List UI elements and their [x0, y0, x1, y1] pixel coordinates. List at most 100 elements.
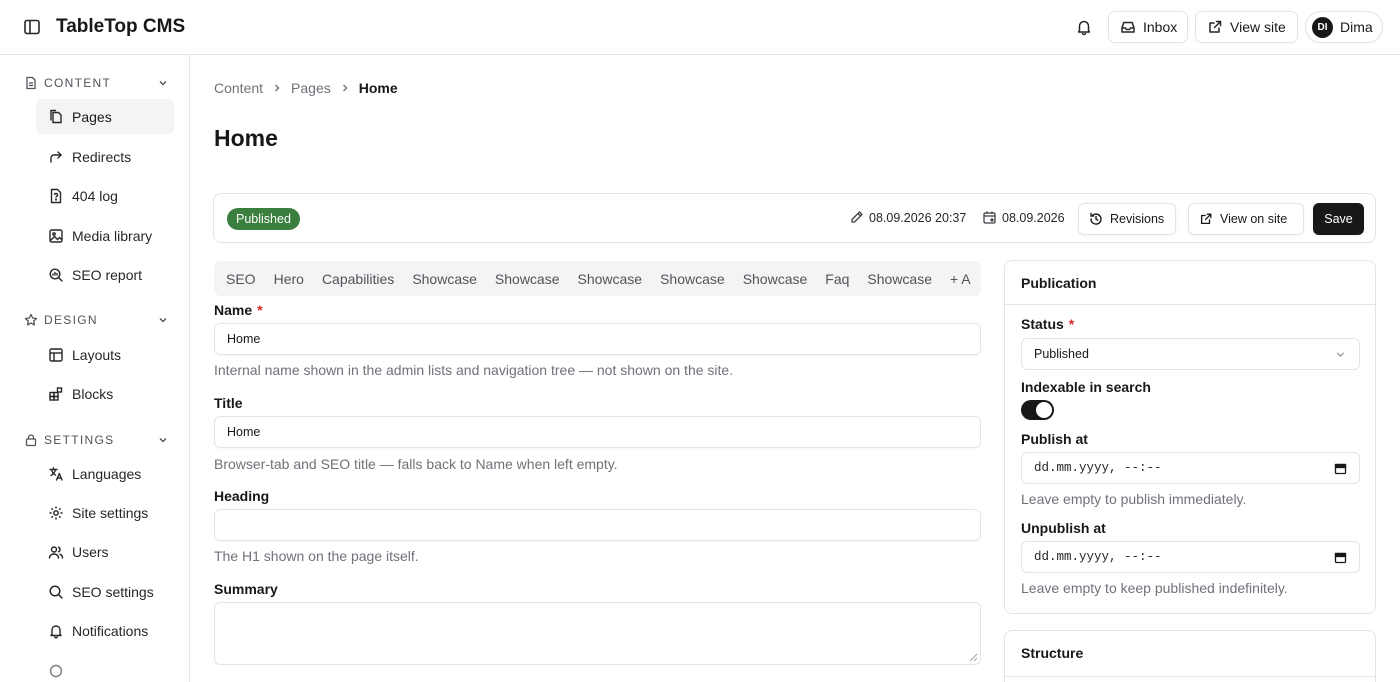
lock-icon	[24, 433, 38, 447]
search-icon	[48, 584, 64, 600]
search-report-icon	[48, 267, 64, 283]
name-input[interactable]: Home	[214, 323, 981, 355]
history-icon	[1089, 212, 1103, 226]
redirect-icon	[48, 149, 64, 165]
save-button[interactable]: Save	[1313, 203, 1364, 235]
sidebar-item-redirects[interactable]: Redirects	[36, 139, 174, 174]
image-icon	[48, 228, 64, 244]
breadcrumb-content[interactable]: Content	[214, 80, 263, 96]
pages-icon	[48, 109, 64, 125]
heading-label: Heading	[214, 488, 270, 504]
tab-add[interactable]: + A	[950, 271, 980, 287]
publish-at-value: dd.mm.yyyy, --:--	[1034, 461, 1162, 475]
name-label-text: Name	[214, 302, 253, 318]
summary-textarea[interactable]	[214, 602, 981, 665]
heading-input[interactable]	[214, 509, 981, 541]
sidebar-section-title: SETTINGS	[44, 433, 115, 447]
sidebar-item-seo-settings[interactable]: SEO settings	[36, 574, 174, 609]
sidebar-section-design[interactable]: DESIGN	[24, 311, 169, 329]
tab-faq[interactable]: Faq	[825, 271, 858, 287]
blocks-icon	[48, 386, 64, 402]
sidebar-item-cut-off[interactable]	[36, 653, 174, 682]
indexable-toggle[interactable]	[1021, 400, 1054, 420]
tab-showcase[interactable]: Showcase	[743, 271, 817, 287]
sidebar-item-site-settings[interactable]: Site settings	[36, 495, 174, 530]
sidebar-item-label: Media library	[72, 227, 153, 244]
view-site-button[interactable]: View site	[1195, 11, 1298, 43]
page-title: Home	[214, 125, 278, 151]
sidebar-item-blocks[interactable]: Blocks	[36, 376, 174, 411]
required-marker: *	[1068, 316, 1075, 332]
languages-icon	[48, 466, 64, 482]
publish-at-help: Leave empty to publish immediately.	[1021, 491, 1247, 507]
revisions-button[interactable]: Revisions	[1078, 203, 1176, 235]
breadcrumb-pages[interactable]: Pages	[291, 80, 331, 96]
sidebar-item-users[interactable]: Users	[36, 534, 174, 569]
user-menu-button[interactable]: DI Dima	[1305, 11, 1383, 43]
inbox-label: Inbox	[1143, 19, 1178, 35]
external-link-icon	[1199, 212, 1213, 226]
view-on-site-button[interactable]: View on site	[1188, 203, 1304, 235]
tab-showcase[interactable]: Showcase	[412, 271, 486, 287]
bell-icon[interactable]	[1075, 18, 1093, 36]
sidebar-item-notifications[interactable]: Notifications	[36, 613, 174, 648]
sidebar-item-404-log[interactable]: 404 log	[36, 178, 174, 213]
title-help: Browser-tab and SEO title — falls back t…	[214, 456, 618, 472]
inbox-button[interactable]: Inbox	[1108, 11, 1188, 43]
chevron-down-icon	[157, 314, 169, 326]
user-name: Dima	[1340, 19, 1373, 35]
tab-showcase[interactable]: Showcase	[578, 271, 652, 287]
sidebar-section-title: DESIGN	[44, 313, 98, 327]
required-marker: *	[257, 302, 263, 318]
toggle-knob	[1036, 402, 1052, 418]
scheduled-date: 08.09.2026	[982, 210, 1065, 225]
summary-label: Summary	[214, 581, 278, 597]
chevron-down-icon	[1334, 348, 1347, 361]
revisions-label: Revisions	[1110, 212, 1165, 226]
tab-showcase[interactable]: Showcase	[495, 271, 569, 287]
star-icon	[24, 313, 38, 327]
pencil-icon	[849, 210, 864, 225]
indexable-label: Indexable in search	[1021, 379, 1151, 395]
resize-handle-icon[interactable]	[969, 653, 978, 662]
calendar-icon[interactable]	[1334, 462, 1347, 475]
sidebar-item-label: Redirects	[72, 148, 132, 165]
unpublish-at-input[interactable]: dd.mm.yyyy, --:--	[1021, 541, 1360, 573]
publish-at-label: Publish at	[1021, 431, 1088, 447]
sidebar-item-label: Users	[72, 543, 109, 560]
chevron-down-icon	[157, 77, 169, 89]
status-select[interactable]: Published	[1021, 338, 1360, 370]
tab-showcase[interactable]: Showcase	[660, 271, 734, 287]
sidebar-item-languages[interactable]: Languages	[36, 456, 174, 491]
sidebar-item-seo-report[interactable]: SEO report	[36, 257, 174, 292]
calendar-icon[interactable]	[1334, 551, 1347, 564]
inbox-icon	[1120, 19, 1136, 35]
tab-showcase[interactable]: Showcase	[867, 271, 941, 287]
tab-seo[interactable]: SEO	[226, 271, 265, 287]
file-text-icon	[24, 76, 38, 90]
tab-capabilities[interactable]: Capabilities	[322, 271, 403, 287]
title-input[interactable]: Home	[214, 416, 981, 448]
breadcrumb-current: Home	[358, 80, 398, 96]
sidebar-section-settings[interactable]: SETTINGS	[24, 431, 169, 449]
sidebar-item-layouts[interactable]: Layouts	[36, 337, 174, 372]
sidebar-item-label: Languages	[72, 465, 142, 482]
sidebar-item-label: Site settings	[72, 504, 149, 521]
top-bar: TableTop CMS Inbox View site DI Dima	[0, 0, 1400, 55]
unpublish-at-label: Unpublish at	[1021, 520, 1106, 536]
sidebar-item-pages[interactable]: Pages	[36, 99, 174, 134]
sidebar-section-content[interactable]: CONTENT	[24, 74, 169, 92]
structure-panel: Structure	[1004, 630, 1376, 682]
scheduled-date-value: 08.09.2026	[1002, 210, 1065, 225]
section-tabs: SEO Hero Capabilities Showcase Showcase …	[214, 261, 981, 296]
sidebar-item-label: SEO settings	[72, 583, 154, 600]
view-site-label: View site	[1230, 19, 1286, 35]
file-question-icon	[48, 188, 64, 204]
publish-at-input[interactable]: dd.mm.yyyy, --:--	[1021, 452, 1360, 484]
tab-hero[interactable]: Hero	[274, 271, 313, 287]
sidebar-toggle-icon[interactable]	[23, 18, 41, 36]
sidebar-item-label: 404 log	[72, 187, 118, 204]
sidebar-item-label: SEO report	[72, 266, 143, 283]
sidebar-item-media-library[interactable]: Media library	[36, 218, 174, 253]
edited-at-value: 08.09.2026 20:37	[869, 210, 967, 225]
